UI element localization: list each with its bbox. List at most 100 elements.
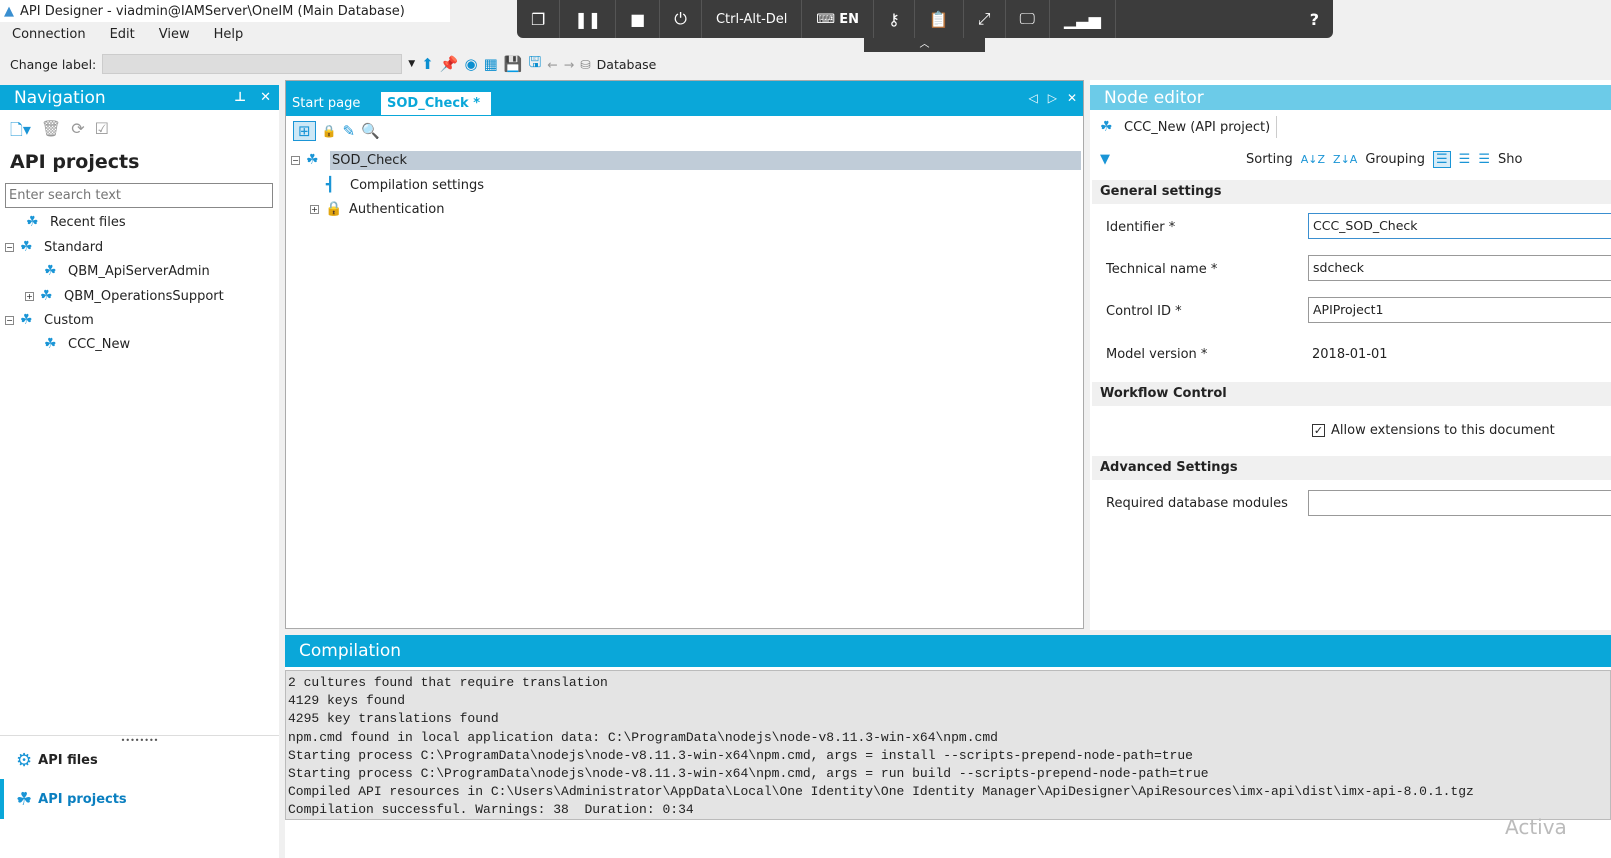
pause-icon[interactable]: ❚❚: [560, 0, 617, 38]
search-icon[interactable]: 🔍: [361, 122, 380, 140]
save-icon[interactable]: 💾: [504, 55, 523, 73]
allow-extensions-checkbox[interactable]: ✓ Allow extensions to this document: [1312, 419, 1555, 441]
display-icon[interactable]: 🖵: [1006, 0, 1050, 38]
navigation-panel: Navigation ⊥ ✕ 🗋▾ 🗑 ⟳ ☑ API projects ☘Rece…: [0, 85, 279, 858]
tree-item-qbm-operationssupport[interactable]: + ☘ QBM_OperationsSupport: [25, 285, 224, 307]
collapse-icon[interactable]: −: [5, 315, 14, 325]
project-icon: ☘: [44, 263, 57, 279]
collapse-all-icon[interactable]: ☰: [1478, 152, 1490, 167]
lock-icon: 🔒: [325, 201, 343, 217]
tree-item-recent-files[interactable]: ☘ Recent files: [26, 211, 126, 233]
settings-node-icon: ┫: [326, 177, 335, 193]
pin-icon[interactable]: ⊥: [234, 90, 246, 105]
tree-item-sod-check[interactable]: − ☘ SOD_Check: [291, 149, 1081, 171]
tree-item-authentication[interactable]: + 🔒 Authentication: [310, 198, 444, 220]
compilation-log: 2 cultures found that require translatio…: [285, 670, 1611, 820]
close-icon[interactable]: ✕: [260, 90, 271, 105]
collapse-icon[interactable]: −: [291, 155, 300, 165]
project-icon: ☘: [26, 214, 39, 230]
scroll-left-icon[interactable]: ◁: [1028, 91, 1037, 105]
search-input[interactable]: [5, 183, 273, 208]
upload-icon[interactable]: ⬆: [421, 55, 434, 73]
refresh-icon[interactable]: ⟳: [71, 119, 84, 146]
expand-all-icon[interactable]: ☰: [1459, 152, 1471, 167]
node-editor-toolbar: ▼ Sorting A↓Z Z↓A Grouping ☰ ☰ ☰ Sho: [1100, 148, 1522, 170]
change-label-combo[interactable]: [102, 54, 403, 74]
project-icon: ☘: [44, 336, 57, 352]
stats-icon[interactable]: ▁▃▅: [1050, 0, 1116, 38]
close-icon[interactable]: ✕: [1067, 91, 1077, 105]
node-editor-panel: Node editor ☘ CCC_New (API project) ▼ Sor…: [1090, 80, 1611, 630]
model-version-value: 2018-01-01: [1312, 347, 1388, 362]
tree-item-compilation-settings[interactable]: ┫ Compilation settings: [326, 174, 484, 196]
collapse-icon[interactable]: −: [5, 242, 14, 252]
tab-ccc-new[interactable]: ☘ CCC_New (API project): [1100, 116, 1278, 138]
dropdown-icon[interactable]: ▼: [408, 59, 415, 69]
section-general-settings: General settings: [1092, 180, 1611, 204]
modules-label: Required database modules: [1106, 496, 1288, 511]
splitter[interactable]: ••••••••: [0, 735, 279, 745]
show-label[interactable]: Sho: [1498, 152, 1522, 167]
pin-icon[interactable]: 📌: [440, 55, 459, 73]
remote-toolbar: ❐ ❚❚ ■ ⏻ Ctrl-Alt-Del ⌨ EN ⚷ 📋 ⤢ 🖵 ▁▃▅ ?: [517, 0, 1333, 38]
menu-bar: Connection Edit View Help: [0, 24, 255, 46]
modules-input[interactable]: [1308, 490, 1611, 516]
save-all-icon[interactable]: 🖫: [528, 52, 541, 77]
nav-api-projects[interactable]: ☘ API projects: [16, 788, 127, 810]
menu-view[interactable]: View: [147, 24, 202, 46]
activation-watermark: Activa: [1505, 815, 1567, 839]
stop-icon[interactable]: ■: [616, 0, 661, 38]
help-button[interactable]: ?: [1296, 0, 1333, 38]
change-label-label: Change label:: [10, 56, 97, 72]
database-button[interactable]: Database: [597, 57, 657, 72]
expand-icon[interactable]: +: [310, 204, 319, 214]
filter-input[interactable]: [1118, 148, 1238, 170]
back-icon[interactable]: ←: [547, 57, 557, 72]
power-icon[interactable]: ⏻: [660, 0, 702, 38]
collapse-remote-toolbar[interactable]: ︿: [864, 38, 985, 52]
delete-file-icon[interactable]: 🗑: [41, 119, 61, 146]
tree-item-custom[interactable]: − ☘ Custom: [5, 309, 94, 331]
forward-icon[interactable]: →: [564, 57, 574, 72]
checkbox-checked-icon[interactable]: ✓: [1312, 423, 1325, 437]
lock-icon[interactable]: 🔒: [322, 124, 337, 138]
menu-help[interactable]: Help: [202, 24, 256, 46]
new-file-icon[interactable]: 🗋▾: [10, 119, 31, 146]
tab-start-page[interactable]: Start page: [286, 92, 366, 115]
group-icon[interactable]: ☰: [1433, 150, 1451, 168]
clipboard-icon[interactable]: 📋: [915, 0, 964, 38]
tree-item-standard[interactable]: − ☘ Standard: [5, 236, 103, 258]
tree-view-icon[interactable]: ⊞: [293, 121, 316, 141]
grouping-label: Grouping: [1365, 151, 1426, 167]
ctrl-alt-del-button[interactable]: Ctrl-Alt-Del: [702, 0, 803, 38]
technical-name-input[interactable]: sdcheck: [1308, 255, 1611, 281]
api-projects-icon: ☘: [16, 788, 33, 810]
globe-icon[interactable]: ◉: [464, 55, 477, 73]
checklist-icon[interactable]: ☑: [95, 119, 109, 146]
windows-icon[interactable]: ❐: [517, 0, 561, 38]
control-id-input[interactable]: APIProject1: [1308, 297, 1611, 323]
tree-item-ccc-new[interactable]: ☘ CCC_New: [44, 333, 130, 355]
compilation-title: Compilation: [299, 641, 402, 661]
fullscreen-icon[interactable]: ⤢: [964, 0, 1006, 38]
expand-icon[interactable]: +: [25, 291, 34, 301]
calendar-icon[interactable]: ▦: [484, 55, 498, 73]
keyboard-lang-button[interactable]: ⌨ EN: [802, 0, 875, 38]
filter-icon[interactable]: ▼: [1100, 152, 1110, 167]
project-icon: ☘: [20, 239, 33, 255]
menu-edit[interactable]: Edit: [98, 24, 147, 46]
tree-item-qbm-apiserveradmin[interactable]: ☘ QBM_ApiServerAdmin: [44, 260, 210, 282]
sort-asc-icon[interactable]: A↓Z: [1301, 153, 1325, 166]
scroll-right-icon[interactable]: ▷: [1048, 91, 1057, 105]
identifier-input[interactable]: CCC_SOD_Check: [1308, 213, 1611, 239]
technical-name-label: Technical name *: [1106, 262, 1218, 277]
edit-icon[interactable]: ✎: [343, 122, 356, 140]
sorting-label: Sorting: [1246, 151, 1293, 167]
window-title: API Designer - viadmin@IAMServer\OneIM (…: [20, 3, 405, 19]
app-icon: ▲: [4, 3, 14, 19]
keys-icon[interactable]: ⚷: [874, 0, 915, 38]
tab-sod-check[interactable]: SOD_Check *: [381, 92, 491, 115]
nav-api-files[interactable]: ⚙ API files: [16, 749, 98, 771]
sort-desc-icon[interactable]: Z↓A: [1333, 153, 1357, 166]
menu-connection[interactable]: Connection: [0, 24, 98, 46]
